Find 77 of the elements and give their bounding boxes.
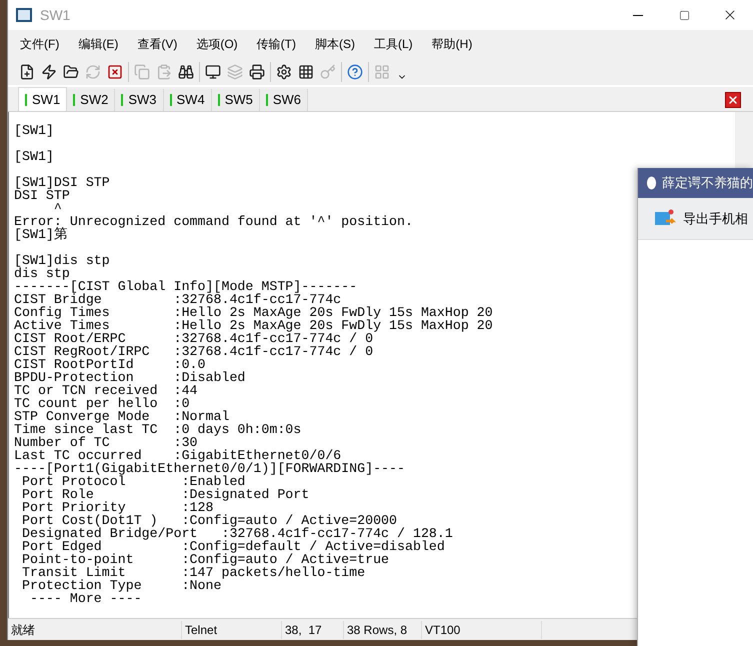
window-title: SW1 (40, 6, 70, 24)
terminal-line: TC count per hello :0 (14, 397, 190, 410)
monitor-icon (205, 64, 221, 80)
terminal-line: Designated Bridge/Port :32768.4c1f-cc17-774c / 128.1 (20, 527, 453, 540)
menu-item[interactable]: 传输(T) (256, 35, 296, 53)
terminal-line: Port Cost(Dot1T ) :Config=auto / Active=20000 (20, 514, 398, 527)
terminal-line: Port Priority :128 (20, 501, 214, 514)
terminal-line: [SW1]DSI STP (14, 176, 110, 189)
terminal-line: [SW1] (14, 124, 54, 137)
menu-item[interactable]: 文件(F) (20, 35, 60, 53)
terminal-line: ----[Port1(GigabitEthernet0/0/1)][FORWARDING]---- (14, 462, 405, 475)
grid-icon (298, 64, 314, 80)
paste-icon (156, 64, 172, 80)
printer-icon (249, 64, 265, 80)
terminal-line: ---- More ---- (28, 592, 142, 605)
new-file-icon (19, 64, 35, 80)
terminal-line: Last TC occurred :GigabitEthernet0/0/6 (14, 449, 342, 462)
terminal-line: Time since last TC :0 days 0h:0m:0s (14, 423, 302, 436)
key-icon (320, 64, 336, 80)
session-tab[interactable]: SW3 (115, 89, 164, 111)
status-cell: VT100 (422, 620, 542, 638)
terminal-line: [SW1]第 (14, 228, 67, 241)
help-icon (347, 64, 363, 80)
terminal-line: CIST RootPortId :0.0 (14, 358, 206, 371)
refresh-icon (85, 64, 101, 80)
terminal-line: CIST Root/ERPC :32768.4c1f-cc17-774c / 0 (14, 332, 374, 345)
close-icon (727, 94, 739, 106)
terminal-line: [SW1]dis stp (14, 254, 110, 267)
menu-item[interactable]: 查看(V) (137, 35, 178, 53)
menu-item[interactable]: 脚本(S) (314, 35, 355, 53)
close-icon (107, 64, 123, 80)
status-cell: 38 Rows, 8 (344, 620, 422, 638)
terminal-line: DSI STP (14, 189, 70, 202)
terminal-line: STP Converge Mode :Normal (14, 410, 230, 423)
session-tab[interactable]: SW2 (67, 89, 116, 111)
app-icon (16, 8, 32, 22)
terminal-line: ^ (52, 202, 62, 215)
binoculars-icon (178, 64, 194, 80)
menu-item[interactable]: 选项(O) (196, 35, 238, 53)
terminal-line: CIST Bridge :32768.4c1f-cc17-774c (14, 293, 342, 306)
terminal-line: CIST RegRoot/IRPC :32768.4c1f-cc17-774c / 0 (14, 345, 374, 358)
terminal-line: Active Times :Hello 2s MaxAge 20s FwDly 15s MaxHop 20 (14, 319, 493, 332)
maximize-icon (678, 10, 690, 20)
terminal-line: TC or TCN received :44 (14, 384, 198, 397)
terminal-line: BPDU-Protection :Disabled (14, 371, 246, 384)
layers-icon (227, 64, 243, 80)
popup-title: 薛定谔不养猫的 (662, 174, 753, 192)
terminal-line: -------[CIST Global Info][Mode MSTP]------- (14, 280, 358, 293)
settings-icon (276, 64, 292, 80)
terminal-line: Port Role :Designated Port (20, 488, 310, 501)
terminal-line: Transit Limit :147 packets/hello-time (20, 566, 366, 579)
terminal-line: Number of TC :30 (14, 436, 198, 449)
terminal-line: Config Times :Hello 2s MaxAge 20s FwDly 15s MaxHop 20 (14, 306, 493, 319)
menu-item[interactable]: 编辑(E) (78, 35, 118, 53)
session-tab[interactable]: SW6 (260, 89, 308, 111)
terminal-line: Point-to-point :Config=auto / Active=true (20, 553, 390, 566)
status-cell: 就绪 (8, 620, 182, 638)
folder-icon (63, 64, 79, 80)
session-tab[interactable]: SW4 (164, 89, 212, 111)
session-tab[interactable]: SW1 (18, 87, 68, 111)
terminal-line: Error: Unrecognized command found at '^' position. (14, 215, 413, 228)
window-grid-icon (374, 64, 390, 80)
terminal-line: Protection Type :None (20, 579, 222, 592)
status-cell: 38, 17 (282, 620, 344, 638)
close-tab-button[interactable] (725, 92, 741, 108)
toolbar-button[interactable] (247, 62, 267, 82)
minimize-icon (633, 14, 643, 16)
lightning-icon (41, 64, 57, 80)
status-cell: Telnet (182, 620, 282, 638)
menu-item[interactable]: 帮助(H) (432, 35, 472, 53)
session-tab[interactable]: SW5 (212, 89, 260, 111)
copy-icon (134, 64, 150, 80)
terminal-line: [SW1] (14, 150, 54, 163)
terminal-line: dis stp (14, 267, 70, 280)
terminal-line: Port Protocol :Enabled (22, 475, 246, 488)
menu-item[interactable]: 工具(L) (374, 35, 413, 53)
terminal-line: Port Edged :Config=default / Active=disabled (20, 540, 445, 553)
